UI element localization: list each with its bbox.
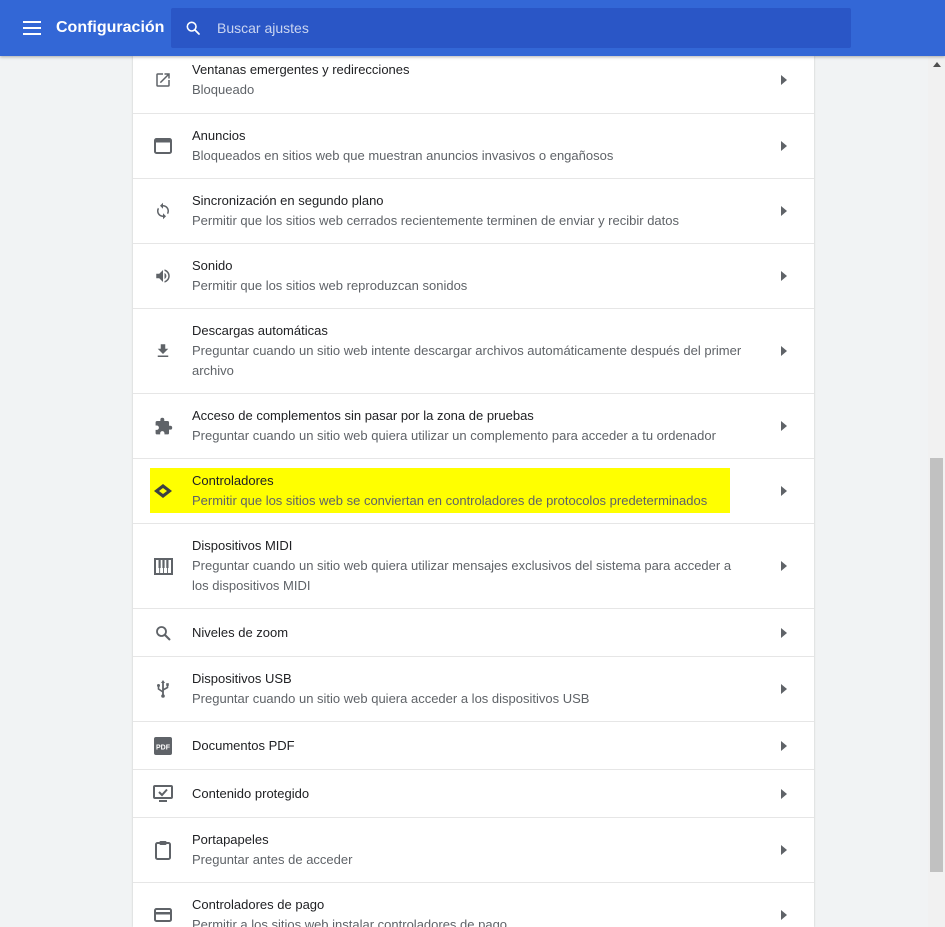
protected-content-icon bbox=[152, 783, 174, 805]
settings-row-usb-devices[interactable]: Dispositivos USB Preguntar cuando un sit… bbox=[133, 657, 814, 722]
row-title: Controladores bbox=[192, 473, 274, 488]
chevron-right-icon bbox=[780, 206, 788, 216]
pdf-icon-label: PDF bbox=[156, 745, 171, 752]
settings-row-midi-devices[interactable]: Dispositivos MIDI Preguntar cuando un si… bbox=[133, 524, 814, 609]
row-description-line-2: los dispositivos MIDI bbox=[192, 578, 311, 593]
row-title: Documentos PDF bbox=[192, 738, 295, 753]
row-description: Permitir que los sitios web se convierta… bbox=[192, 493, 708, 508]
chevron-right-icon bbox=[780, 741, 788, 751]
usb-icon bbox=[152, 678, 174, 700]
settings-row-clipboard[interactable]: Portapapeles Preguntar antes de acceder bbox=[133, 818, 814, 883]
chevron-right-icon bbox=[780, 561, 788, 571]
chevron-right-icon bbox=[780, 684, 788, 694]
chevron-right-icon bbox=[780, 346, 788, 356]
settings-row-protected-content[interactable]: Contenido protegido bbox=[133, 770, 814, 818]
download-icon bbox=[152, 340, 174, 362]
row-description-line-2: archivo bbox=[192, 363, 234, 378]
chevron-right-icon bbox=[780, 486, 788, 496]
settings-row-sound[interactable]: Sonido Permitir que los sitios web repro… bbox=[133, 244, 814, 309]
settings-row-background-sync[interactable]: Sincronización en segundo plano Permitir… bbox=[133, 179, 814, 244]
settings-row-zoom-levels[interactable]: Niveles de zoom bbox=[133, 609, 814, 657]
row-title: Dispositivos MIDI bbox=[192, 538, 293, 553]
chevron-right-icon bbox=[780, 75, 788, 85]
search-icon bbox=[171, 8, 215, 48]
row-title: Niveles de zoom bbox=[192, 625, 289, 640]
volume-icon bbox=[152, 265, 174, 287]
row-title: Contenido protegido bbox=[192, 786, 310, 801]
vertical-scrollbar[interactable] bbox=[928, 56, 945, 927]
top-app-bar: Configuración bbox=[0, 0, 945, 56]
row-description: Permitir a los sitios web instalar contr… bbox=[192, 917, 508, 927]
row-title: Sonido bbox=[192, 258, 233, 273]
menu-button[interactable] bbox=[20, 16, 44, 40]
arrow-up-icon bbox=[932, 62, 941, 67]
row-description-line-1: Preguntar cuando un sitio web intente de… bbox=[192, 343, 742, 358]
settings-row-payment-handlers[interactable]: Controladores de pago Permitir a los sit… bbox=[133, 883, 814, 927]
row-title: Portapapeles bbox=[192, 832, 269, 847]
clipboard-icon bbox=[152, 839, 174, 861]
settings-row-ads[interactable]: Anuncios Bloqueados en sitios web que mu… bbox=[133, 114, 814, 179]
row-title: Acceso de complementos sin pasar por la … bbox=[192, 408, 534, 423]
row-title: Dispositivos USB bbox=[192, 671, 292, 686]
hamburger-menu-icon bbox=[23, 21, 41, 35]
search-box[interactable] bbox=[171, 8, 851, 48]
row-title: Descargas automáticas bbox=[192, 323, 328, 338]
row-description: Preguntar cuando un sitio web quiera uti… bbox=[192, 428, 716, 443]
puzzle-icon bbox=[152, 415, 174, 437]
settings-card: Ventanas emergentes y redirecciones Bloq… bbox=[133, 56, 814, 927]
settings-row-pdf-documents[interactable]: PDF Documentos PDF bbox=[133, 722, 814, 770]
zoom-icon bbox=[152, 622, 174, 644]
settings-row-unsandboxed-plugins[interactable]: Acceso de complementos sin pasar por la … bbox=[133, 394, 814, 459]
chevron-right-icon bbox=[780, 628, 788, 638]
row-title: Sincronización en segundo plano bbox=[192, 193, 384, 208]
settings-row-handlers[interactable]: Controladores Permitir que los sitios we… bbox=[133, 459, 814, 524]
pdf-icon: PDF bbox=[152, 735, 174, 757]
sync-icon bbox=[152, 200, 174, 222]
chevron-right-icon bbox=[780, 141, 788, 151]
row-title: Ventanas emergentes y redirecciones bbox=[192, 62, 410, 77]
row-title: Anuncios bbox=[192, 128, 246, 143]
scrollbar-thumb[interactable] bbox=[930, 458, 943, 872]
chevron-right-icon bbox=[780, 910, 788, 920]
chevron-right-icon bbox=[780, 789, 788, 799]
web-asset-icon bbox=[152, 135, 174, 157]
row-title: Controladores de pago bbox=[192, 897, 325, 912]
scroll-up-button[interactable] bbox=[928, 56, 945, 73]
row-description: Permitir que los sitios web reproduzcan … bbox=[192, 278, 468, 293]
page-title: Configuración bbox=[56, 19, 165, 36]
row-description: Preguntar antes de acceder bbox=[192, 852, 353, 867]
row-description: Preguntar cuando un sitio web quiera acc… bbox=[192, 691, 590, 706]
row-description-line-1: Preguntar cuando un sitio web quiera uti… bbox=[192, 558, 732, 573]
row-description: Bloqueado bbox=[192, 82, 255, 97]
chevron-right-icon bbox=[780, 845, 788, 855]
piano-icon bbox=[152, 555, 174, 577]
handler-icon bbox=[152, 480, 174, 502]
row-description: Permitir que los sitios web cerrados rec… bbox=[192, 213, 679, 228]
chevron-right-icon bbox=[780, 421, 788, 431]
row-description: Bloqueados en sitios web que muestran an… bbox=[192, 148, 614, 163]
chevron-right-icon bbox=[780, 271, 788, 281]
settings-row-automatic-downloads[interactable]: Descargas automáticas Preguntar cuando u… bbox=[133, 309, 814, 394]
open-in-new-icon bbox=[152, 69, 174, 91]
settings-row-popups[interactable]: Ventanas emergentes y redirecciones Bloq… bbox=[133, 56, 814, 114]
search-input[interactable] bbox=[215, 8, 851, 48]
credit-card-icon bbox=[152, 904, 174, 926]
